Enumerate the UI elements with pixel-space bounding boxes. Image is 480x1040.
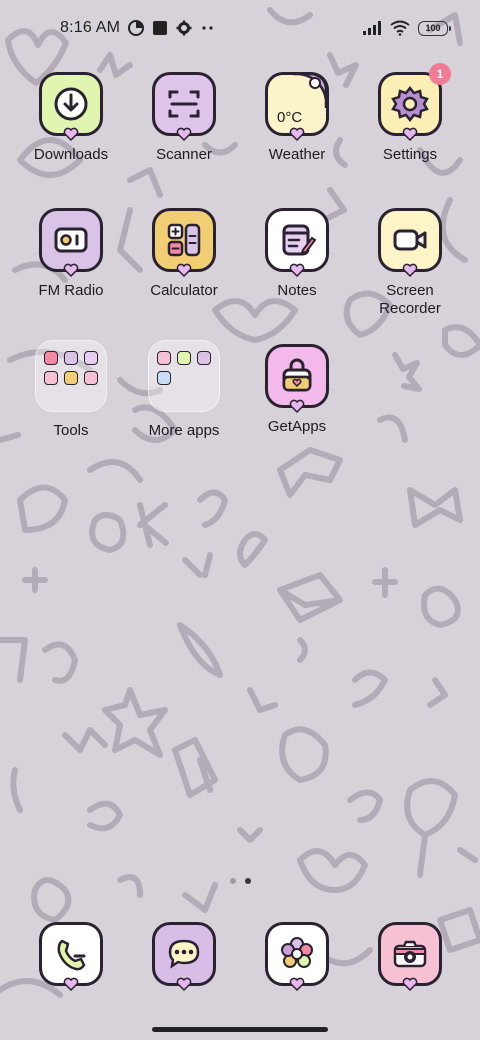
folder-label-tools: Tools (53, 422, 89, 439)
app-label-notes: Notes (277, 282, 317, 299)
page-indicator[interactable] (0, 878, 480, 884)
app-label-fm-radio: FM Radio (38, 282, 104, 299)
dock-messages[interactable] (134, 922, 234, 991)
app-label-scanner: Scanner (156, 146, 212, 163)
app-notes[interactable]: Notes (247, 208, 347, 300)
gallery-flower-icon (265, 922, 329, 991)
downloads-icon (39, 72, 103, 141)
mini-app-icon (84, 351, 98, 365)
app-settings[interactable]: 1 Settings (360, 63, 460, 164)
dock-phone[interactable] (21, 922, 121, 991)
mini-app-icon (64, 351, 78, 365)
app-label-weather: Weather (268, 146, 326, 163)
more-dots-icon (202, 26, 213, 30)
camera-icon (378, 922, 442, 991)
app-weather[interactable]: 0°C Weather (247, 72, 347, 164)
mini-app-icon (44, 371, 58, 385)
mini-app-icon (84, 371, 98, 385)
mini-app-icon (177, 351, 191, 365)
battery-icon: 100 (418, 20, 451, 36)
messages-icon (152, 922, 216, 991)
folder-more-apps-preview (148, 340, 220, 412)
settings-icon: 1 (378, 63, 451, 141)
app-getapps[interactable]: GetApps (247, 344, 347, 436)
app-label-calculator: Calculator (150, 282, 218, 299)
page-dot-active[interactable] (244, 878, 251, 884)
fm-radio-icon (39, 208, 103, 277)
signal-icon (363, 21, 381, 35)
app-label-downloads: Downloads (33, 146, 109, 163)
settings-gear-icon (176, 20, 192, 36)
folder-label-more-apps: More apps (148, 422, 220, 439)
phone-icon (39, 922, 103, 991)
app-fm-radio[interactable]: FM Radio (21, 208, 121, 300)
app-scanner[interactable]: Scanner (134, 72, 234, 164)
dock-gallery[interactable] (247, 922, 347, 991)
wifi-icon (390, 20, 410, 36)
screen-recorder-icon (378, 208, 442, 277)
mini-app-icon (197, 351, 211, 365)
mini-app-icon (157, 351, 171, 365)
home-gesture-bar[interactable] (152, 1027, 328, 1032)
battery-level: 100 (425, 23, 441, 33)
folder-more-apps[interactable]: More apps (134, 340, 234, 440)
page-dot[interactable] (229, 878, 236, 884)
app-screen-recorder[interactable]: Screen Recorder (360, 208, 460, 318)
stop-square-icon (153, 21, 168, 35)
mini-app-icon (157, 371, 171, 385)
app-label-getapps: GetApps (267, 418, 327, 435)
app-calculator[interactable]: Calculator (134, 208, 234, 300)
folder-tools[interactable]: Tools (21, 340, 121, 440)
notification-badge: 1 (429, 63, 451, 85)
notes-icon (265, 208, 329, 277)
weather-icon: 0°C (265, 72, 329, 141)
dock-camera[interactable] (360, 922, 460, 991)
calculator-icon (152, 208, 216, 277)
folder-tools-preview (35, 340, 107, 412)
app-downloads[interactable]: Downloads (21, 72, 121, 164)
app-label-settings: Settings (382, 146, 438, 163)
app-label-screen-recorder: Screen Recorder (379, 282, 441, 317)
status-bar: 8:16 AM 100 (0, 0, 480, 56)
mini-app-icon (64, 371, 78, 385)
weather-temp: 0°C (277, 109, 303, 126)
data-saver-icon (128, 20, 145, 36)
scanner-icon (152, 72, 216, 141)
mini-app-icon (44, 351, 58, 365)
status-time: 8:16 AM (60, 19, 121, 36)
getapps-bag-icon (265, 344, 329, 413)
